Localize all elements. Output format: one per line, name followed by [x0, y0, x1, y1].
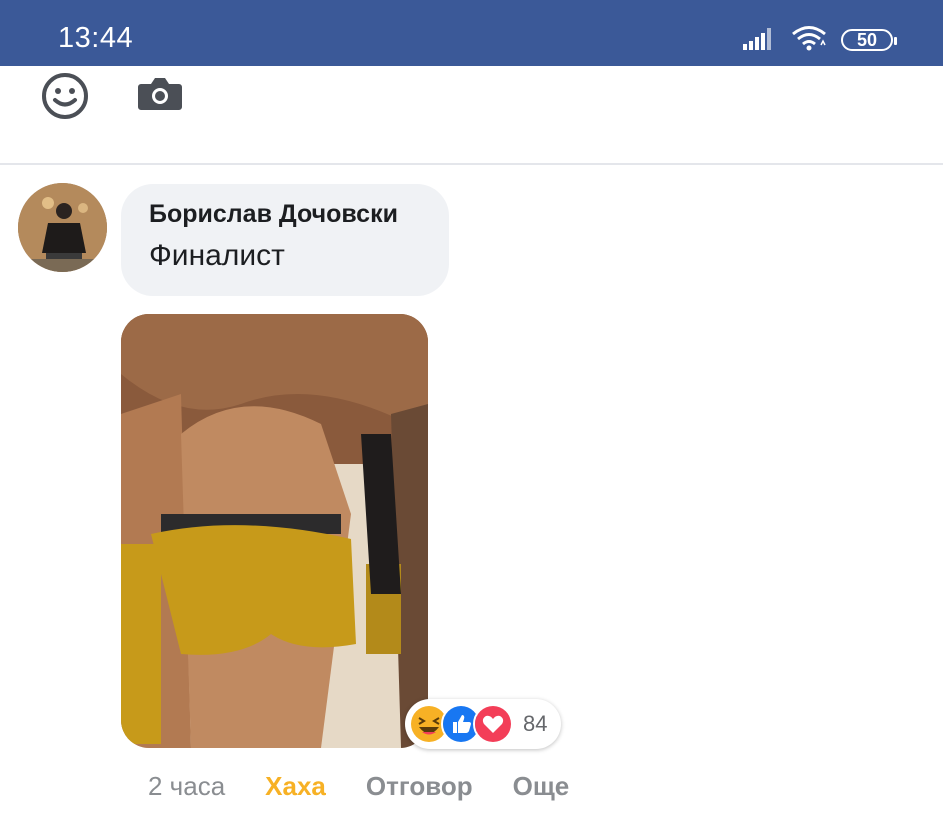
haha-button[interactable]: Хаха	[265, 771, 326, 802]
signal-icon	[743, 26, 777, 55]
comment-text: Финалист	[149, 239, 285, 272]
battery-icon: 50	[841, 29, 897, 51]
status-icons: 50	[743, 25, 897, 56]
emoji-icon[interactable]	[40, 71, 90, 121]
battery-level: 50	[856, 29, 878, 50]
comment-author[interactable]: Борислав Дочовски	[149, 200, 421, 229]
camera-icon[interactable]	[137, 76, 183, 112]
comment-photo[interactable]	[121, 314, 428, 748]
reactions-summary[interactable]: 84	[405, 699, 561, 749]
comment-timestamp[interactable]: 2 часа	[148, 771, 225, 802]
more-button[interactable]: Още	[513, 771, 570, 802]
avatar[interactable]	[18, 183, 107, 272]
status-bar: 13:44 50	[0, 0, 943, 66]
reply-button[interactable]: Отговор	[366, 771, 473, 802]
wifi-icon	[791, 25, 827, 56]
comment-composer	[0, 66, 943, 165]
reaction-count: 84	[523, 711, 548, 736]
comment-bubble: Борислав Дочовски Финалист	[121, 184, 449, 296]
comment-actions: 2 часа Хаха Отговор Още	[148, 771, 569, 802]
love-icon	[473, 704, 513, 744]
avatar-photo	[18, 183, 107, 272]
photo-image	[121, 314, 428, 748]
status-time: 13:44	[58, 22, 134, 54]
